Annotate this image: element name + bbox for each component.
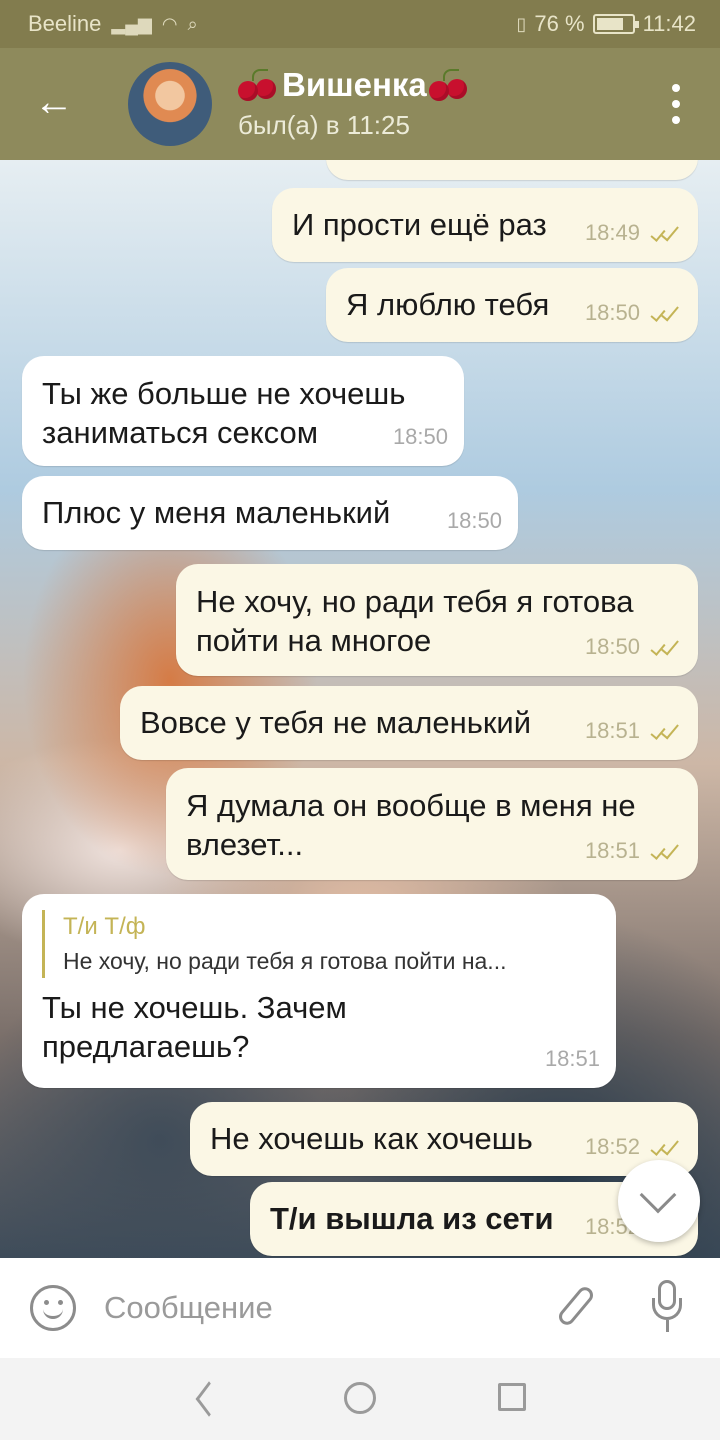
- double-check-icon: [648, 840, 682, 861]
- message-bubble[interactable]: Ты же больше не хочешь заниматься сексом…: [22, 356, 464, 466]
- reply-author: Т/и Т/ф: [63, 913, 146, 940]
- message-text: Не хочешь как хочешь: [210, 1121, 533, 1156]
- double-check-icon: [648, 1136, 682, 1157]
- cherry-icon: [238, 69, 280, 101]
- system-nav-bar: [0, 1358, 720, 1440]
- message-text: Я люблю тебя: [346, 287, 550, 322]
- chat-header: ← Вишенка был(а) в 11:25: [0, 48, 720, 160]
- double-check-icon: [648, 302, 682, 323]
- double-check-icon: [648, 160, 682, 161]
- message-bubble[interactable]: Я думала он вообще в меня не влезет... 1…: [166, 768, 698, 880]
- message-bubble[interactable]: И прости ещё раз 18:49: [272, 188, 698, 262]
- vibrate-icon: ▯: [516, 13, 527, 34]
- reply-quote[interactable]: Т/и Т/ф Не хочу, но ради тебя я готова п…: [42, 910, 596, 978]
- message-bubble[interactable]: Я люблю тебя 18:50: [326, 268, 698, 342]
- message-bubble[interactable]: Вовсе у тебя не маленький 18:51: [120, 686, 698, 760]
- message-bubble[interactable]: Плюс у меня маленький 18:50: [22, 476, 518, 550]
- message-time: 18:52: [584, 1134, 640, 1159]
- nav-back-icon[interactable]: [192, 1381, 223, 1417]
- battery-percent: 76 %: [534, 11, 585, 36]
- message-text: Ты не хочешь. Зачем предлагаешь?: [42, 990, 347, 1064]
- message-time: 18:50: [392, 424, 448, 449]
- double-check-icon: [648, 720, 682, 741]
- contact-title[interactable]: Вишенка: [238, 66, 471, 104]
- message-text: Плюс у меня маленький: [42, 495, 391, 530]
- back-arrow-icon[interactable]: ←: [34, 82, 78, 126]
- mic-icon[interactable]: [648, 1278, 688, 1338]
- last-seen: был(а) в 11:25: [238, 110, 410, 140]
- double-check-icon: [648, 222, 682, 243]
- clock: 11:42: [642, 11, 696, 36]
- avatar[interactable]: [128, 62, 212, 146]
- nav-home-icon[interactable]: [344, 1382, 376, 1414]
- battery-icon: [592, 14, 639, 34]
- message-time: 18:49: [584, 220, 640, 245]
- chevron-down-icon: [639, 1176, 677, 1214]
- message-text: Ты же больше не хочешь заниматься сексом: [42, 376, 406, 450]
- status-bar: Beeline ▂▄▆ ◠ ⌕ ▯ 76 % 11:42: [0, 0, 720, 48]
- attach-icon[interactable]: [555, 1280, 597, 1336]
- message-time: 18:51: [584, 838, 640, 863]
- message-bubble[interactable]: Т/и Т/ф Не хочу, но ради тебя я готова п…: [22, 894, 616, 1088]
- message-bubble[interactable]: 18:49: [326, 160, 698, 180]
- message-time: 18:50: [446, 508, 502, 533]
- message-time: 18:50: [584, 634, 640, 659]
- reply-text: Не хочу, но ради тебя я готова пойти на.…: [63, 948, 507, 974]
- more-vertical-icon[interactable]: [668, 84, 684, 124]
- nav-recent-apps-icon[interactable]: [498, 1383, 526, 1411]
- cherry-icon: [428, 69, 471, 101]
- message-text: Т/и вышла из сети: [270, 1201, 554, 1236]
- double-check-icon: [648, 636, 682, 657]
- message-time: 18:50: [584, 300, 640, 325]
- search-icon: ⌕: [187, 13, 198, 34]
- message-text: Вовсе у тебя не маленький: [140, 705, 532, 740]
- carrier-label: Beeline: [28, 11, 102, 36]
- message-text: И прости ещё раз: [292, 207, 547, 242]
- emoji-icon[interactable]: [30, 1285, 76, 1331]
- scroll-down-button[interactable]: [618, 1160, 700, 1242]
- message-time: 18:51: [584, 718, 640, 743]
- signal-icon: ▂▄▆: [111, 13, 152, 34]
- message-input[interactable]: [104, 1286, 524, 1330]
- message-bubble[interactable]: Не хочу, но ради тебя я готова пойти на …: [176, 564, 698, 676]
- message-list[interactable]: 18:49 И прости ещё раз 18:49 Я люблю теб…: [0, 160, 720, 1258]
- message-time: 18:51: [544, 1046, 600, 1071]
- message-composer: [0, 1258, 720, 1358]
- contact-name: Вишенка: [282, 66, 427, 103]
- message-time: 18:49: [585, 160, 640, 170]
- wifi-icon: ◠: [161, 13, 178, 34]
- message-bubble[interactable]: Не хочешь как хочешь 18:52: [190, 1102, 698, 1176]
